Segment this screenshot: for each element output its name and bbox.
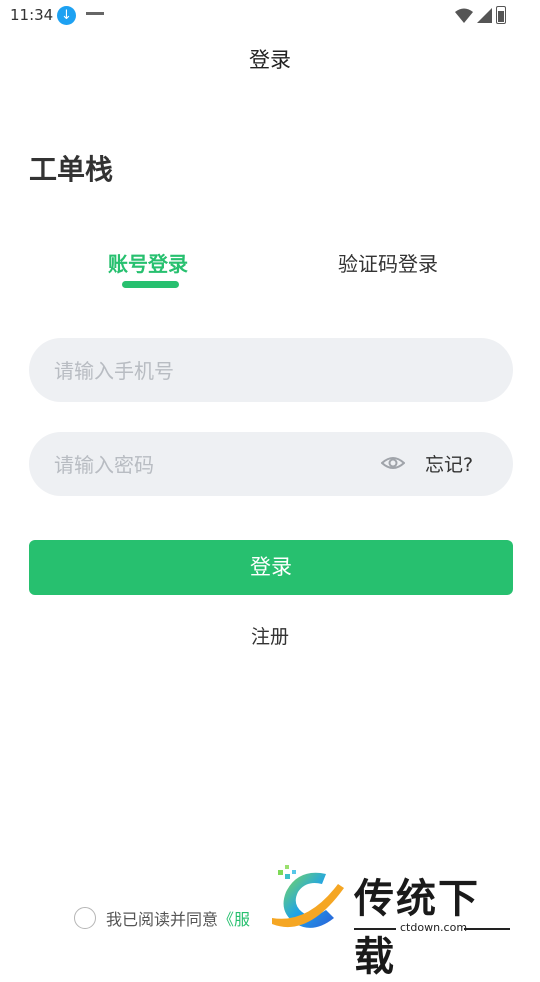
phone-input[interactable] [52,338,386,404]
agreement-row: 我已阅读并同意 《服 [74,905,250,931]
status-bar: 11:34 ↓ [0,0,540,32]
watermark-url: ctdown.com [400,921,468,934]
register-link[interactable]: 注册 [0,622,540,649]
password-input[interactable] [52,432,386,498]
phone-field-container [29,338,513,404]
tab-code-login[interactable]: 验证码登录 [338,248,438,277]
notification-icon [86,12,104,15]
watermark-logo: 传统下载 ctdown.com [268,862,518,980]
tab-account-login[interactable]: 账号登录 [108,248,188,277]
app-name: 工单栈 [29,153,114,186]
password-field-container: 忘记? [29,432,513,498]
eye-icon[interactable] [381,453,405,473]
watermark-line-left [354,928,396,930]
download-icon: ↓ [57,6,76,25]
watermark-line-right [464,928,510,930]
page-title: 登录 [249,48,291,72]
ctdown-logo-icon [272,865,344,928]
login-tabs: 账号登录 验证码登录 [0,248,540,298]
login-button[interactable]: 登录 [29,540,513,595]
signal-icon [477,7,492,23]
status-icons [455,6,506,24]
status-time: 11:34 [10,6,54,24]
agreement-checkbox[interactable] [74,907,96,929]
battery-icon [496,6,506,24]
agreement-link[interactable]: 《服 [218,906,250,930]
wifi-icon [455,8,473,23]
forgot-password-link[interactable]: 忘记? [425,450,473,477]
agreement-text: 我已阅读并同意 [106,910,219,929]
active-tab-indicator [122,281,179,288]
